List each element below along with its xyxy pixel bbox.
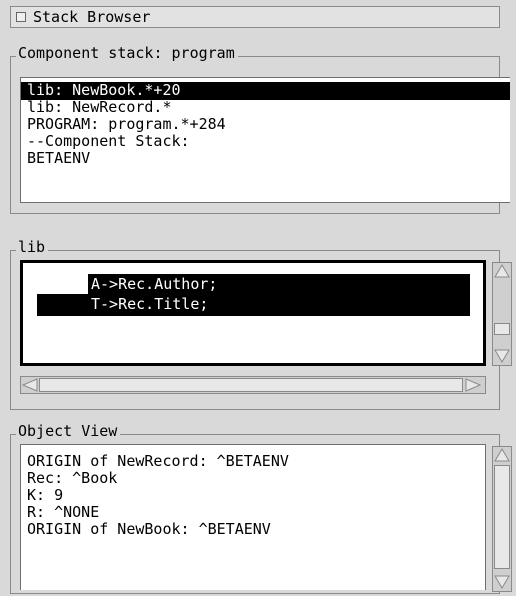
object-view-list[interactable]: ORIGIN of NewRecord: ^BETAENV Rec: ^Book…: [20, 444, 486, 590]
code-line[interactable]: T->Rec.Title;: [91, 296, 208, 313]
component-stack-list[interactable]: lib: NewBook.*+20 lib: NewRecord.* PROGR…: [20, 77, 510, 203]
lib-vertical-scrollbar[interactable]: [492, 262, 512, 366]
object-view-line[interactable]: R: ^NONE: [27, 504, 99, 521]
lib-label: lib: [16, 238, 49, 256]
scroll-up-icon[interactable]: [494, 264, 510, 278]
object-view-line[interactable]: ORIGIN of NewRecord: ^BETAENV: [27, 453, 289, 470]
object-view-line[interactable]: Rec: ^Book: [27, 470, 117, 487]
scroll-right-icon[interactable]: [465, 378, 481, 392]
object-view-label: Object View: [16, 422, 121, 440]
object-view-vertical-scrollbar[interactable]: [492, 446, 512, 592]
lib-code-view[interactable]: A->Rec.Author; T->Rec.Title;: [20, 260, 486, 366]
object-view-line[interactable]: ORIGIN of NewBook: ^BETAENV: [27, 521, 271, 538]
scroll-thumb[interactable]: [494, 465, 510, 569]
object-view-line[interactable]: K: 9: [27, 487, 63, 504]
window-menu-box-icon[interactable]: [16, 12, 26, 22]
component-stack-item[interactable]: lib: NewBook.*+20: [27, 82, 181, 99]
component-stack-item[interactable]: --Component Stack:: [27, 133, 190, 150]
scroll-thumb[interactable]: [494, 323, 510, 335]
scroll-up-icon[interactable]: [494, 448, 510, 462]
scroll-thumb[interactable]: [39, 378, 463, 392]
component-stack-label: Component stack: program: [16, 44, 238, 62]
window-title-bar[interactable]: Stack Browser: [10, 6, 500, 28]
component-stack-item[interactable]: BETAENV: [27, 150, 90, 167]
lib-horizontal-scrollbar[interactable]: [20, 376, 486, 394]
component-stack-item[interactable]: lib: NewRecord.*: [27, 99, 172, 116]
scroll-down-icon[interactable]: [494, 349, 510, 363]
window-title: Stack Browser: [33, 8, 151, 26]
component-stack-item[interactable]: PROGRAM: program.*+284: [27, 116, 226, 133]
code-line[interactable]: A->Rec.Author;: [91, 276, 217, 293]
scroll-down-icon[interactable]: [494, 575, 510, 589]
scroll-left-icon[interactable]: [22, 378, 38, 392]
